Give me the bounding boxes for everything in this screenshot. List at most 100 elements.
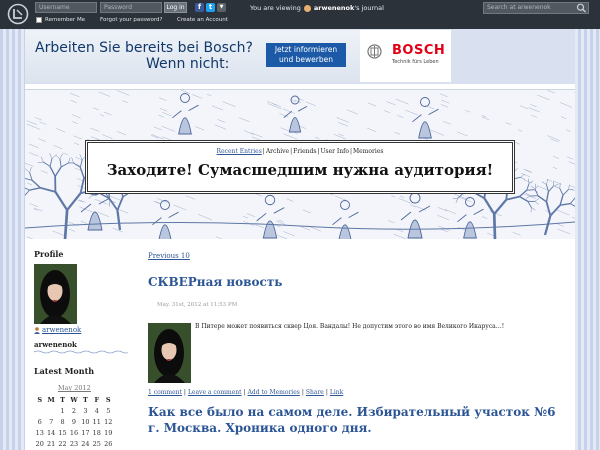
add-to-memories-link[interactable]: Add to Memories xyxy=(248,389,300,396)
nav-user-info[interactable]: User Info xyxy=(320,148,349,155)
calendar-day[interactable]: 11 xyxy=(91,416,102,427)
forgot-password-link[interactable]: Forgot your password? xyxy=(100,17,162,23)
calendar-day[interactable]: 3 xyxy=(80,405,91,416)
remember-me[interactable]: Remember Me xyxy=(36,17,85,23)
bosch-tagline: Technik fürs Leben xyxy=(392,59,439,65)
entry-action-links: 1 comment | Leave a comment | Add to Memorie… xyxy=(148,389,344,396)
calendar-day[interactable]: 14 xyxy=(45,427,56,438)
viewing-suffix: 's journal xyxy=(354,4,384,12)
profile-username[interactable]: arwenenok xyxy=(42,326,81,334)
ad-question-line2: Wenn nicht: xyxy=(146,56,230,72)
divider xyxy=(34,350,128,354)
ad-brand-panel: BOSCH Technik fürs Leben xyxy=(360,30,451,82)
journal-title: Заходите! Сумасшедшим нужна аудитория! xyxy=(106,161,494,179)
calendar-weekday: M xyxy=(47,395,55,404)
share-link[interactable]: Share xyxy=(306,389,324,396)
latest-month-heading: Latest Month xyxy=(34,366,95,376)
calendar-week: 20 21 22 23 24 25 26 xyxy=(34,438,114,449)
calendar-day[interactable]: 16 xyxy=(68,427,79,438)
calendar-weekday: T xyxy=(82,395,88,404)
calendar-day[interactable]: 23 xyxy=(68,438,79,449)
calendar: SMTWTFS 1 2 3 4 5 6 7 8 9 10 11 12 13 14 15 16 17 18 19 20 2… xyxy=(34,394,114,449)
calendar-day[interactable]: 6 xyxy=(34,416,45,427)
bosch-wordmark: BOSCH xyxy=(392,43,446,58)
calendar-day[interactable]: 25 xyxy=(91,438,102,449)
bosch-advertisement[interactable]: Arbeiten Sie bereits bei Bosch? Wenn nic… xyxy=(25,30,451,82)
leave-comment-link[interactable]: Leave a comment xyxy=(188,389,242,396)
login-button[interactable]: Log in xyxy=(164,2,187,13)
calendar-week: 13 14 15 16 17 18 19 xyxy=(34,427,114,438)
journal-nav: Recent Entries|Archive|Friends|User Info… xyxy=(216,148,384,155)
calendar-day[interactable]: 19 xyxy=(103,427,114,438)
calendar-day xyxy=(34,405,45,416)
viewing-user-link[interactable]: arwenenok xyxy=(314,4,354,12)
remember-checkbox[interactable] xyxy=(36,17,42,23)
calendar-day[interactable]: 17 xyxy=(80,427,91,438)
facebook-icon[interactable]: f xyxy=(195,3,204,12)
calendar-day[interactable]: 21 xyxy=(45,438,56,449)
comments-link[interactable]: 1 comment xyxy=(148,389,182,396)
twitter-icon[interactable]: t xyxy=(206,3,215,12)
previous-10-link[interactable]: Previous 10 xyxy=(148,252,190,260)
calendar-day[interactable]: 18 xyxy=(91,427,102,438)
nav-friends[interactable]: Friends xyxy=(293,148,316,155)
calendar-day[interactable]: 10 xyxy=(80,416,91,427)
profile-userpic[interactable] xyxy=(34,264,77,324)
entry-title[interactable]: СКВЕРная новость xyxy=(148,274,568,290)
nav-memories[interactable]: Memories xyxy=(353,148,383,155)
calendar-day[interactable]: 24 xyxy=(80,438,91,449)
calendar-weekday: W xyxy=(70,395,78,404)
viewing-journal-info: You are viewing arwenenok's journal xyxy=(250,4,384,12)
calendar-month-link[interactable]: May 2012 xyxy=(58,384,91,392)
calendar-day[interactable]: 8 xyxy=(57,416,68,427)
chevron-down-icon[interactable]: ▼ xyxy=(217,3,226,12)
calendar-day[interactable]: 4 xyxy=(91,405,102,416)
search-icon[interactable] xyxy=(576,3,587,13)
profile-heading: Profile xyxy=(34,249,64,259)
profile-user-link[interactable]: arwenenok xyxy=(34,326,81,334)
calendar-week: 12345 xyxy=(34,405,114,416)
calendar-day[interactable]: 5 xyxy=(103,405,114,416)
user-head-icon xyxy=(303,4,311,12)
username-input[interactable]: Username xyxy=(35,2,97,13)
calendar-day[interactable]: 15 xyxy=(57,427,68,438)
search-input[interactable]: Search at arwenenok xyxy=(483,2,589,14)
livejournal-logo-icon[interactable] xyxy=(7,3,29,25)
password-input[interactable]: Password xyxy=(100,2,162,13)
nav-recent-entries[interactable]: Recent Entries xyxy=(217,148,262,155)
user-icon xyxy=(34,326,40,334)
viewing-prefix: You are viewing xyxy=(250,4,301,12)
ad-question-line1: Arbeiten Sie bereits bei Bosch? xyxy=(35,40,253,56)
bosch-armature-icon xyxy=(367,44,382,59)
etching-stroke xyxy=(492,213,497,239)
entry-body: В Питере может появиться сквер Цоя. Ванд… xyxy=(195,323,505,330)
calendar-day[interactable]: 7 xyxy=(45,416,56,427)
ad-cta-button[interactable]: Jetzt informieren und bewerben xyxy=(266,43,346,67)
calendar-day[interactable]: 20 xyxy=(34,438,45,449)
calendar-day[interactable]: 12 xyxy=(103,416,114,427)
calendar-weekday: T xyxy=(60,395,65,404)
nav-archive[interactable]: Archive xyxy=(266,148,289,155)
journal-title-box: Recent Entries|Archive|Friends|User Info… xyxy=(85,140,515,194)
ad-text-panel: Arbeiten Sie bereits bei Bosch? Wenn nic… xyxy=(25,30,360,82)
profile-display-name: arwenenok xyxy=(34,340,77,349)
calendar-day[interactable]: 2 xyxy=(68,405,79,416)
calendar-day[interactable]: 26 xyxy=(103,438,114,449)
calendar-week: 6 7 8 9 10 11 12 xyxy=(34,416,114,427)
calendar-day[interactable]: 13 xyxy=(34,427,45,438)
calendar-day[interactable]: 9 xyxy=(68,416,79,427)
remember-label: Remember Me xyxy=(45,17,86,23)
calendar-day[interactable]: 22 xyxy=(57,438,68,449)
calendar-weekday: S xyxy=(105,395,111,404)
calendar-day xyxy=(45,405,56,416)
calendar-weekdays: SMTWTFS xyxy=(34,394,114,405)
ad-cta-line2: und bewerben xyxy=(279,55,333,64)
permalink-link[interactable]: Link xyxy=(330,389,343,396)
ad-cta-line1: Jetzt informieren xyxy=(274,45,338,54)
calendar-day[interactable]: 1 xyxy=(57,405,68,416)
entry-userpic xyxy=(148,323,191,383)
create-account-link[interactable]: Create an Account xyxy=(177,17,228,23)
lj-top-bar: Username Password Log in f t ▼ Remember … xyxy=(0,0,600,29)
entry-date: May. 31st, 2012 at 11:53 PM xyxy=(157,302,238,308)
entry-title-2[interactable]: Как все было на самом деле. Избирательны… xyxy=(148,404,568,436)
